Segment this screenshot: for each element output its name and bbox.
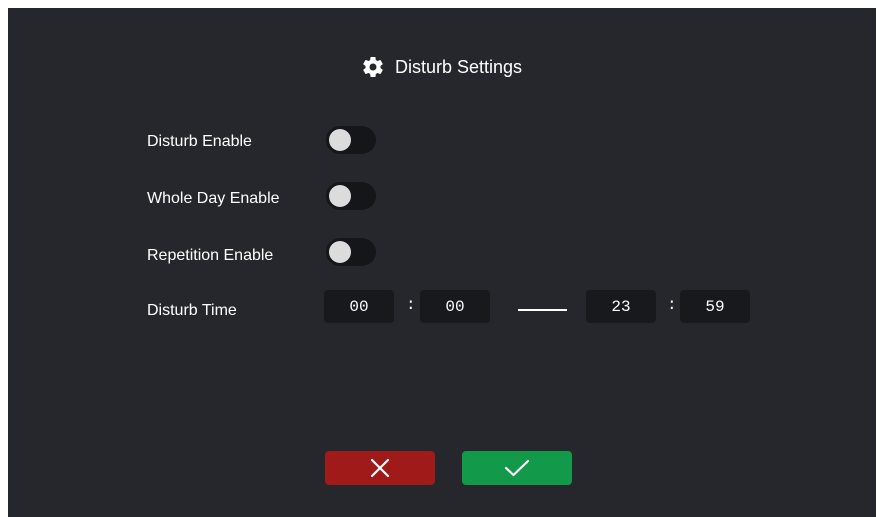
disturb-settings-screen: Disturb Settings Disturb Enable Whole Da…	[8, 8, 876, 517]
repetition-enable-label: Repetition Enable	[147, 247, 274, 264]
start-time-colon: :	[406, 296, 416, 314]
gear-icon	[363, 56, 383, 77]
start-minute-field[interactable]: 00	[420, 290, 490, 323]
end-time-colon: :	[667, 296, 677, 314]
toggle-knob	[329, 241, 351, 263]
time-range-divider	[518, 309, 567, 311]
page-title: Disturb Settings	[361, 55, 522, 79]
confirm-button[interactable]	[462, 451, 572, 485]
cancel-button[interactable]	[325, 451, 435, 485]
disturb-enable-toggle[interactable]	[326, 126, 376, 154]
check-icon	[504, 459, 530, 477]
close-icon	[370, 458, 390, 478]
end-hour-field[interactable]: 23	[586, 290, 656, 323]
whole-day-enable-label: Whole Day Enable	[147, 190, 280, 207]
whole-day-enable-toggle[interactable]	[326, 182, 376, 210]
toggle-knob	[329, 129, 351, 151]
page-title-text: Disturb Settings	[395, 56, 523, 77]
repetition-enable-toggle[interactable]	[326, 238, 376, 266]
end-minute-field[interactable]: 59	[680, 290, 750, 323]
start-hour-field[interactable]: 00	[324, 290, 394, 323]
disturb-time-label: Disturb Time	[147, 302, 237, 319]
toggle-knob	[329, 185, 351, 207]
disturb-enable-label: Disturb Enable	[147, 133, 252, 150]
